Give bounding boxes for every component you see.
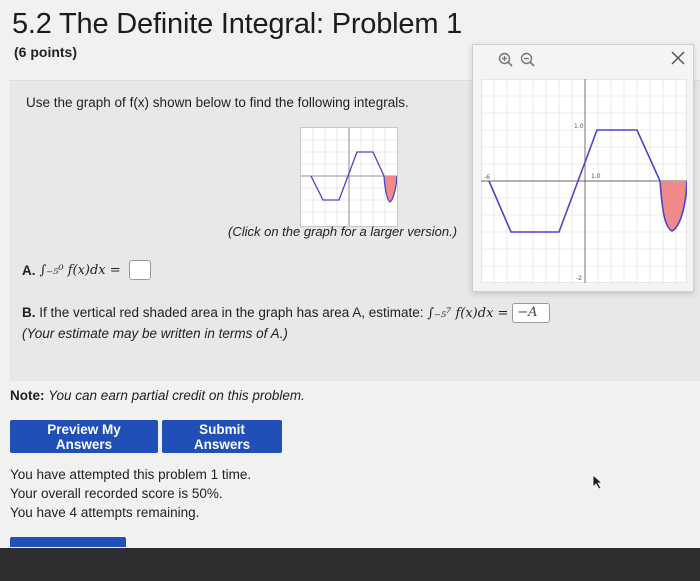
close-icon[interactable]: [669, 49, 687, 67]
graph-large: 1.0 1.0 -6 -2: [481, 79, 687, 283]
click-note: (Click on the graph for a larger version…: [228, 224, 458, 239]
preview-answers-button[interactable]: Preview My Answers: [10, 420, 158, 453]
label-left: -6: [484, 174, 490, 181]
graph-thumbnail[interactable]: [300, 127, 398, 227]
part-b-label: B.: [22, 305, 36, 320]
bottom-bar: [0, 548, 700, 581]
part-b-hint: (Your estimate may be written in terms o…: [22, 326, 288, 341]
instruction-text: Use the graph of f(x) shown below to fin…: [26, 95, 409, 110]
part-b: B. If the vertical red shaded area in th…: [22, 303, 551, 344]
zoom-in-icon[interactable]: [497, 51, 515, 69]
label-bottom: -2: [576, 275, 582, 282]
part-b-answer-input[interactable]: −A: [512, 303, 551, 324]
part-b-expression: ∫₋₅⁷ f(x)dx =: [427, 306, 509, 321]
partial-button[interactable]: [10, 537, 126, 547]
part-a-label: A.: [22, 262, 36, 278]
page-title: 5.2 The Definite Integral: Problem 1: [12, 8, 463, 40]
tick-x: 1.0: [591, 173, 601, 180]
status-attempts: You have attempted this problem 1 time.: [10, 467, 252, 482]
part-a-expression: ∫₋₅⁰ f(x)dx =: [39, 262, 121, 278]
submit-answers-button[interactable]: Submit Answers: [162, 420, 282, 453]
note: Note: You can earn partial credit on thi…: [10, 388, 305, 403]
part-b-text: If the vertical red shaded area in the g…: [39, 305, 424, 320]
attempt-status: You have attempted this problem 1 time. …: [10, 465, 251, 522]
graph-thumbnail-svg: [301, 128, 397, 226]
part-a: A. ∫₋₅⁰ f(x)dx =: [22, 260, 151, 280]
status-remaining: You have 4 attempts remaining.: [10, 505, 200, 520]
zoom-out-icon[interactable]: [519, 51, 537, 69]
tick-y: 1.0: [574, 123, 584, 130]
part-a-answer-input[interactable]: [128, 260, 151, 280]
mouse-cursor-icon: [592, 474, 604, 495]
instruction-label: Use the graph of f(x) shown below to fin…: [26, 95, 409, 110]
note-text: You can earn partial credit on this prob…: [48, 388, 305, 403]
status-score: Your overall recorded score is 50%.: [10, 486, 223, 501]
points-label: (6 points): [14, 44, 77, 60]
graph-popup: 1.0 1.0 -6 -2: [472, 44, 694, 292]
note-label: Note:: [10, 388, 45, 403]
